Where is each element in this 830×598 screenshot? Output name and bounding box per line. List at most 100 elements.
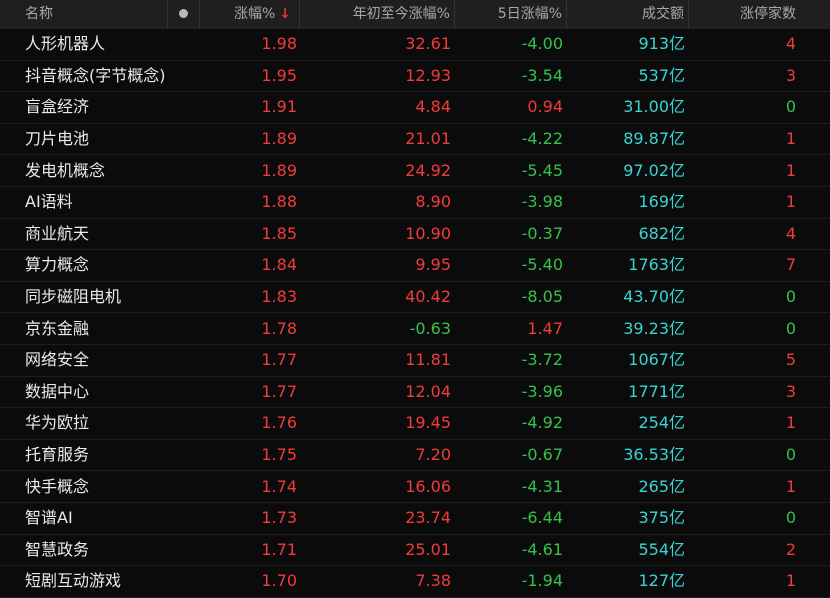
cell-volume: 1067亿 bbox=[628, 350, 685, 370]
cell-volume: 554亿 bbox=[638, 539, 685, 559]
cell-limit-up: 0 bbox=[785, 287, 796, 307]
cell-ytd: 7.38 bbox=[415, 571, 451, 591]
cell-volume: 375亿 bbox=[638, 508, 685, 528]
table-row[interactable]: 商业航天 1.85 10.90 -0.37 682亿 4 bbox=[0, 219, 830, 251]
table-row[interactable]: 人形机器人 1.98 32.61 -4.00 913亿 4 bbox=[0, 29, 830, 61]
cell-limit-up: 0 bbox=[785, 97, 796, 117]
table-row[interactable]: 短剧互动游戏 1.70 7.38 -1.94 127亿 1 bbox=[0, 566, 830, 598]
cell-five-day: 1.47 bbox=[527, 318, 563, 338]
cell-limit-up: 4 bbox=[785, 223, 796, 243]
table-row[interactable]: 托育服务 1.75 7.20 -0.67 36.53亿 0 bbox=[0, 440, 830, 472]
cell-limit-up: 1 bbox=[785, 476, 796, 496]
cell-ytd: 10.90 bbox=[405, 223, 451, 243]
cell-limit-up: 2 bbox=[785, 539, 796, 559]
cell-volume: 31.00亿 bbox=[623, 97, 685, 117]
cell-five-day: -6.44 bbox=[521, 508, 563, 528]
cell-limit-up: 0 bbox=[785, 318, 796, 338]
cell-five-day: -4.00 bbox=[521, 34, 563, 54]
cell-five-day: -4.22 bbox=[521, 129, 563, 149]
table-row[interactable]: 京东金融 1.78 -0.63 1.47 39.23亿 0 bbox=[0, 313, 830, 345]
cell-five-day: -3.72 bbox=[521, 350, 563, 370]
cell-limit-up: 7 bbox=[785, 255, 796, 275]
table-row[interactable]: 智慧政务 1.71 25.01 -4.61 554亿 2 bbox=[0, 535, 830, 567]
cell-name: 抖音概念(字节概念) bbox=[25, 65, 166, 85]
cell-name: 刀片电池 bbox=[25, 129, 90, 149]
cell-volume: 36.53亿 bbox=[623, 445, 685, 465]
table-row[interactable]: 快手概念 1.74 16.06 -4.31 265亿 1 bbox=[0, 471, 830, 503]
table-row[interactable]: 刀片电池 1.89 21.01 -4.22 89.87亿 1 bbox=[0, 124, 830, 156]
cell-five-day: -3.96 bbox=[521, 381, 563, 401]
cell-change: 1.98 bbox=[261, 34, 297, 54]
cell-ytd: 19.45 bbox=[405, 413, 451, 433]
table-row[interactable]: 算力概念 1.84 9.95 -5.40 1763亿 7 bbox=[0, 250, 830, 282]
cell-change: 1.70 bbox=[261, 571, 297, 591]
cell-volume: 127亿 bbox=[638, 571, 685, 591]
cell-name: 智慧政务 bbox=[25, 539, 90, 559]
cell-limit-up: 1 bbox=[785, 192, 796, 212]
table-row[interactable]: 抖音概念(字节概念) 1.95 12.93 -3.54 537亿 3 bbox=[0, 61, 830, 93]
header-name[interactable]: 名称 bbox=[0, 0, 168, 29]
cell-change: 1.75 bbox=[261, 445, 297, 465]
cell-volume: 913亿 bbox=[638, 34, 685, 54]
header-limit-up[interactable]: 涨停家数 bbox=[689, 0, 830, 29]
cell-five-day: -4.61 bbox=[521, 539, 563, 559]
cell-five-day: -5.40 bbox=[521, 255, 563, 275]
header-change[interactable]: 涨幅% ↓ bbox=[200, 0, 300, 29]
cell-ytd: 7.20 bbox=[415, 445, 451, 465]
table-body: 人形机器人 1.98 32.61 -4.00 913亿 4 抖音概念(字节概念) 1.95 12… bbox=[0, 29, 830, 598]
cell-volume: 537亿 bbox=[638, 65, 685, 85]
cell-ytd: 40.42 bbox=[405, 287, 451, 307]
cell-name: 快手概念 bbox=[25, 476, 90, 496]
cell-change: 1.89 bbox=[261, 160, 297, 180]
cell-ytd: 23.74 bbox=[405, 508, 451, 528]
header-ytd[interactable]: 年初至今涨幅% bbox=[300, 0, 455, 29]
cell-volume: 43.70亿 bbox=[623, 287, 685, 307]
table-row[interactable]: 华为欧拉 1.76 19.45 -4.92 254亿 1 bbox=[0, 408, 830, 440]
cell-ytd: 24.92 bbox=[405, 160, 451, 180]
cell-five-day: -3.54 bbox=[521, 65, 563, 85]
cell-change: 1.88 bbox=[261, 192, 297, 212]
table-row[interactable]: 网络安全 1.77 11.81 -3.72 1067亿 5 bbox=[0, 345, 830, 377]
cell-name: 智谱AI bbox=[25, 508, 73, 528]
cell-volume: 39.23亿 bbox=[623, 318, 685, 338]
cell-change: 1.83 bbox=[261, 287, 297, 307]
cell-ytd: 11.81 bbox=[405, 350, 451, 370]
sector-table: 名称 涨幅% ↓ 年初至今涨幅% 5日涨幅% 成交额 涨停家数 人形机器人 1.98… bbox=[0, 0, 830, 598]
cell-name: 华为欧拉 bbox=[25, 413, 90, 433]
table-row[interactable]: AI语料 1.88 8.90 -3.98 169亿 1 bbox=[0, 187, 830, 219]
header-five-day[interactable]: 5日涨幅% bbox=[455, 0, 567, 29]
cell-name: 同步磁阻电机 bbox=[25, 287, 122, 307]
cell-ytd: 9.95 bbox=[415, 255, 451, 275]
header-dot[interactable] bbox=[168, 0, 200, 29]
table-row[interactable]: 智谱AI 1.73 23.74 -6.44 375亿 0 bbox=[0, 503, 830, 535]
cell-five-day: -8.05 bbox=[521, 287, 563, 307]
cell-volume: 97.02亿 bbox=[623, 160, 685, 180]
cell-change: 1.91 bbox=[261, 97, 297, 117]
table-row[interactable]: 发电机概念 1.89 24.92 -5.45 97.02亿 1 bbox=[0, 155, 830, 187]
cell-change: 1.85 bbox=[261, 223, 297, 243]
table-row[interactable]: 盲盒经济 1.91 4.84 0.94 31.00亿 0 bbox=[0, 92, 830, 124]
cell-ytd: 25.01 bbox=[405, 539, 451, 559]
table-row[interactable]: 数据中心 1.77 12.04 -3.96 1771亿 3 bbox=[0, 377, 830, 409]
cell-name: 网络安全 bbox=[25, 350, 90, 370]
cell-ytd: -0.63 bbox=[409, 318, 451, 338]
cell-change: 1.78 bbox=[261, 318, 297, 338]
cell-volume: 682亿 bbox=[638, 223, 685, 243]
cell-ytd: 4.84 bbox=[415, 97, 451, 117]
cell-change: 1.73 bbox=[261, 508, 297, 528]
cell-name: 发电机概念 bbox=[25, 160, 106, 180]
cell-limit-up: 0 bbox=[785, 508, 796, 528]
cell-name: 京东金融 bbox=[25, 318, 90, 338]
cell-five-day: -3.98 bbox=[521, 192, 563, 212]
cell-name: 盲盒经济 bbox=[25, 97, 90, 117]
table-row[interactable]: 同步磁阻电机 1.83 40.42 -8.05 43.70亿 0 bbox=[0, 282, 830, 314]
header-volume[interactable]: 成交额 bbox=[567, 0, 689, 29]
cell-ytd: 8.90 bbox=[415, 192, 451, 212]
cell-five-day: -1.94 bbox=[521, 571, 563, 591]
cell-ytd: 16.06 bbox=[405, 476, 451, 496]
cell-volume: 265亿 bbox=[638, 476, 685, 496]
cell-limit-up: 3 bbox=[785, 381, 796, 401]
cell-name: 短剧互动游戏 bbox=[25, 571, 122, 591]
cell-five-day: -0.67 bbox=[521, 445, 563, 465]
cell-five-day: -0.37 bbox=[521, 223, 563, 243]
